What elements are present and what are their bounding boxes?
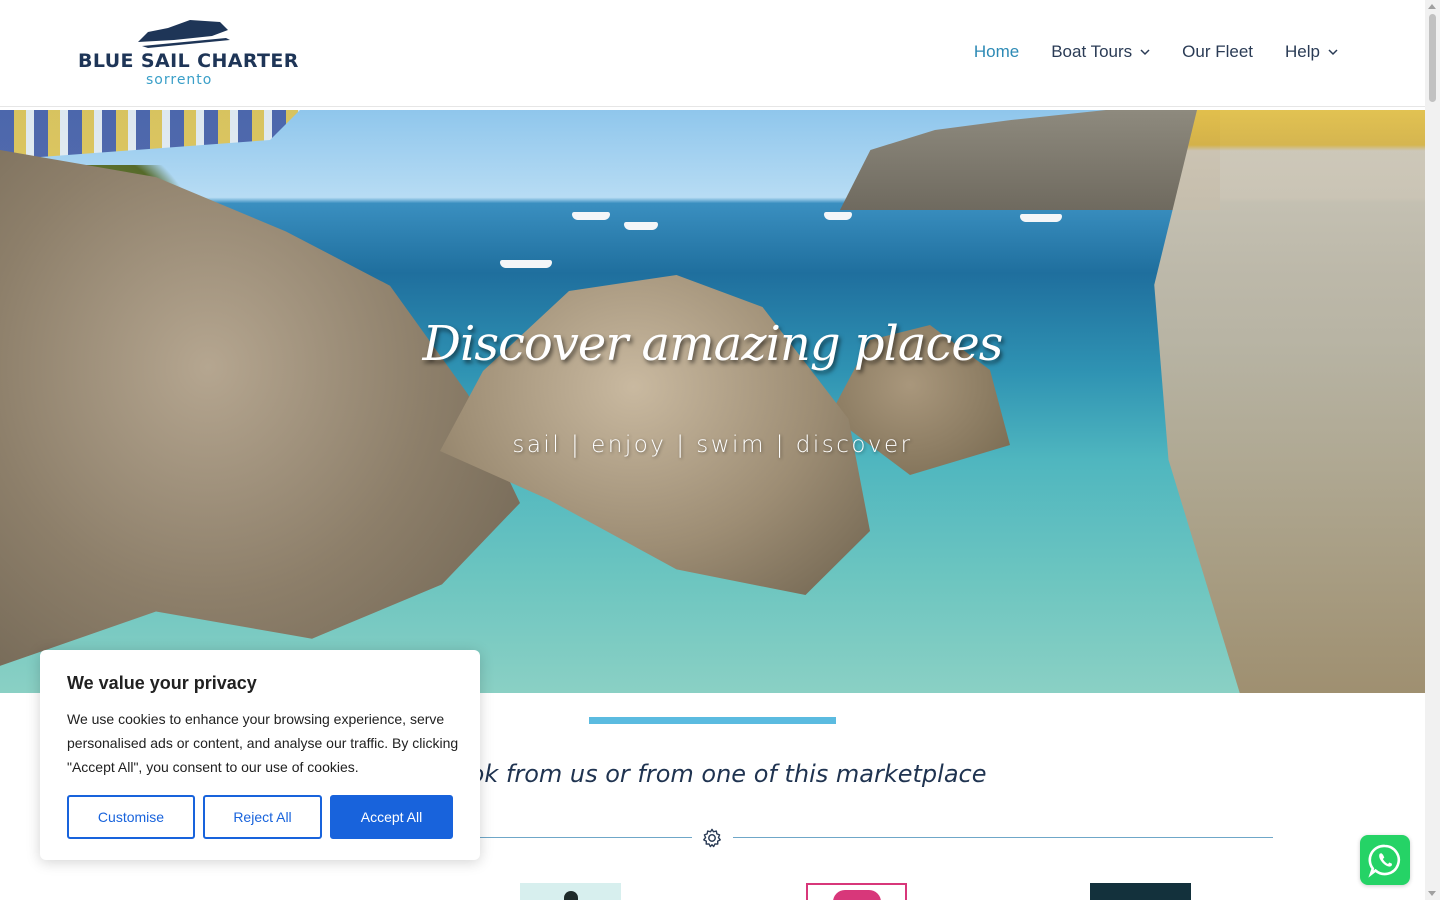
nav-item-our-fleet[interactable]: Our Fleet xyxy=(1182,42,1253,62)
hero-boat xyxy=(572,212,610,220)
nav-item-label: Help xyxy=(1285,42,1320,61)
hero-banner: Discover amazing places sail | enjoy | s… xyxy=(0,110,1425,693)
hero-subtitle: sail | enjoy | swim | discover xyxy=(512,432,913,458)
hero-deck xyxy=(1154,110,1425,693)
cookie-consent-dialog: We value your privacy We use cookies to … xyxy=(40,650,480,860)
marketplace-logo[interactable] xyxy=(806,883,907,900)
reject-all-button[interactable]: Reject All xyxy=(203,795,322,839)
brand-location: sorrento xyxy=(146,72,213,88)
scroll-up-arrow[interactable] xyxy=(1428,4,1436,9)
scroll-down-arrow[interactable] xyxy=(1428,891,1436,896)
nav-item-help[interactable]: Help xyxy=(1285,42,1338,62)
nav-item-label: Boat Tours xyxy=(1051,42,1133,61)
hero-title: Discover amazing places xyxy=(422,316,1004,372)
whatsapp-icon xyxy=(1368,844,1401,878)
nav-item-home[interactable]: Home xyxy=(974,42,1019,62)
cookie-body: We use cookies to enhance your browsing … xyxy=(67,711,459,775)
page-scrollbar[interactable] xyxy=(1425,0,1440,900)
nav-item-label: Home xyxy=(973,42,1020,61)
marketplace-logo[interactable] xyxy=(1090,883,1191,900)
customise-button[interactable]: Customise xyxy=(67,795,195,839)
hero-boat xyxy=(500,260,552,268)
marketplace-logo-mark xyxy=(564,891,578,900)
chevron-down-icon xyxy=(1328,49,1338,56)
main-nav: Home Boat Tours Our Fleet Help xyxy=(974,42,1338,62)
marketplace-logo[interactable] xyxy=(520,883,621,900)
gear-icon xyxy=(703,828,721,848)
chevron-down-icon xyxy=(1140,49,1150,56)
brand-name: BLUE SAIL CHARTER xyxy=(78,50,299,72)
accept-all-button[interactable]: Accept All xyxy=(330,795,453,839)
nav-item-label: Our Fleet xyxy=(1182,42,1254,61)
hero-rock xyxy=(0,150,520,666)
hero-boat xyxy=(624,222,658,230)
marketplace-logo-mark xyxy=(833,890,881,900)
hero-umbrellas xyxy=(0,110,300,160)
hero-boat xyxy=(1020,214,1062,222)
site-logo[interactable]: BLUE SAIL CHARTER sorrento xyxy=(76,16,299,92)
cookie-title: We value your privacy xyxy=(67,673,257,693)
section-accent-bar xyxy=(589,717,836,724)
yacht-icon xyxy=(138,20,230,48)
site-header: BLUE SAIL CHARTER sorrento Home Boat Tou… xyxy=(0,0,1425,107)
whatsapp-chat-button[interactable] xyxy=(1360,835,1410,885)
nav-item-boat-tours[interactable]: Boat Tours xyxy=(1051,42,1150,62)
hero-cliff xyxy=(840,110,1220,210)
divider-line-right xyxy=(733,837,1273,838)
scrollbar-thumb[interactable] xyxy=(1429,14,1436,102)
hero-boat xyxy=(824,212,852,220)
